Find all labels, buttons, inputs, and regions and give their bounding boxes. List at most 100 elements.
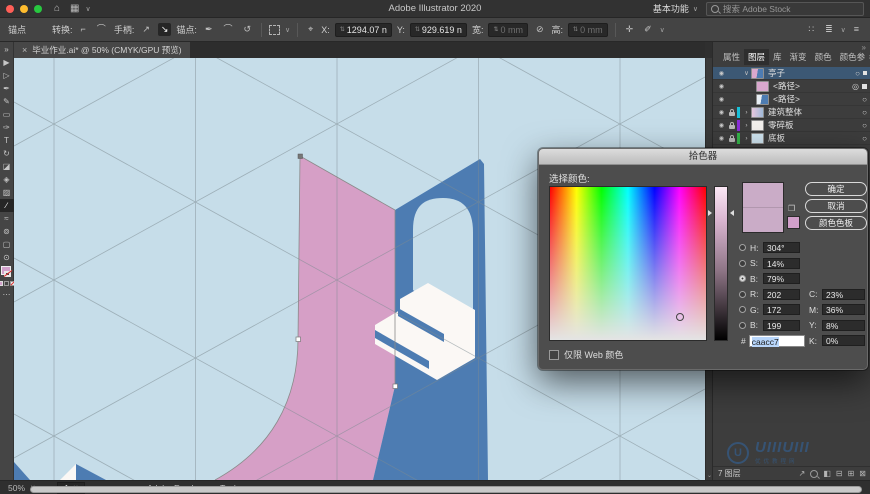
zoom-level[interactable]: 50% — [8, 483, 25, 493]
layer-name[interactable]: 底板 — [768, 132, 785, 144]
height-input[interactable]: ⇅ 0 mm — [568, 22, 608, 37]
g-input[interactable]: 172 — [763, 304, 800, 315]
hex-input[interactable]: caacc7 — [748, 334, 805, 347]
layer-thumbnail[interactable] — [756, 93, 769, 105]
h-input[interactable]: 304° — [763, 242, 800, 253]
tab-layers[interactable]: 图层 — [744, 49, 770, 65]
symbol-sprayer-tool[interactable]: ⊚ — [0, 225, 14, 238]
artboard-tool[interactable]: ▢ — [0, 238, 14, 251]
direct-selection-tool[interactable]: ▷ — [0, 69, 14, 82]
m-input[interactable]: 36% — [822, 304, 865, 315]
shape-builder-tool[interactable]: ◈ — [0, 173, 14, 186]
minimize-window-button[interactable] — [20, 4, 28, 13]
shape-mode-icon[interactable]: ✐ — [641, 23, 655, 36]
layer-row-diban[interactable]: ◉ › 底板 ○ — [713, 132, 870, 145]
y-input[interactable]: ⇅ 929.619 n — [409, 22, 467, 37]
new-sublayer-icon[interactable]: ⊟ — [836, 469, 843, 478]
isolate-selection-icon[interactable] — [269, 24, 281, 35]
g-radio[interactable] — [739, 306, 746, 313]
type-tool[interactable]: T — [0, 134, 14, 147]
layer-row-jianzhu[interactable]: ◉ › 建筑整体 ○ — [713, 106, 870, 119]
show-handles-icon[interactable]: ↗ — [139, 23, 153, 36]
transform-icon[interactable]: ✛ — [623, 23, 637, 36]
target-circle-icon[interactable]: ○ — [862, 121, 867, 130]
close-window-button[interactable] — [6, 4, 14, 13]
color-mode-gradient[interactable] — [4, 281, 9, 286]
locate-object-icon[interactable] — [810, 469, 819, 478]
dialog-title-bar[interactable]: 拾色器 — [539, 149, 867, 165]
gradient-tool[interactable]: ▨ — [0, 186, 14, 199]
c-input[interactable]: 23% — [822, 288, 865, 300]
visibility-eye-icon[interactable]: ◉ — [716, 83, 727, 90]
grid-options-icon[interactable]: ∷ — [805, 23, 817, 36]
collapsed-chevron-icon[interactable]: › — [742, 122, 751, 129]
home-icon[interactable]: ⌂ — [54, 3, 60, 14]
brightness-slider[interactable] — [714, 186, 728, 341]
layer-name[interactable]: <路径> — [773, 80, 800, 92]
x-input[interactable]: ⇅ 1294.07 n — [334, 22, 392, 37]
ok-button[interactable]: 确定 — [805, 182, 867, 196]
pen-tool[interactable]: ✒ — [0, 82, 14, 95]
target-circle-icon[interactable]: ○ — [862, 95, 867, 104]
color-mode-fill[interactable] — [0, 281, 3, 286]
s-input[interactable]: 14% — [763, 257, 800, 269]
window-bottom-scrollbar[interactable] — [30, 486, 862, 493]
control-menu-icon[interactable]: ≡ — [851, 23, 862, 36]
selection-indicator[interactable] — [863, 71, 867, 75]
tab-gradient[interactable]: 渐变 — [786, 49, 811, 65]
align-options-icon[interactable]: ≣ — [822, 23, 836, 36]
layer-thumbnail[interactable] — [751, 119, 764, 131]
reverse-path-icon[interactable]: ↺ — [241, 23, 255, 36]
tab-properties[interactable]: 属性 — [719, 49, 744, 65]
workspace-switcher-button[interactable]: 基本功能 ∨ — [653, 2, 698, 15]
paintbrush-tool[interactable]: ✑ — [0, 121, 14, 134]
rectangle-tool[interactable]: ▭ — [0, 108, 14, 121]
lock-icon[interactable] — [729, 134, 735, 142]
curvature-tool[interactable]: ✎ — [0, 95, 14, 108]
expand-tools-icon[interactable]: » — [0, 43, 14, 56]
target-circle-icon[interactable]: ○ — [862, 108, 867, 117]
layer-name[interactable]: <路径> — [773, 93, 800, 105]
layer-row-tingzi[interactable]: ◉ ∨ 亭子 ○ — [713, 67, 870, 80]
zoom-tool[interactable]: ⊙ — [0, 251, 14, 264]
collect-for-export-icon[interactable]: ↗ — [799, 469, 806, 478]
lock-icon[interactable] — [729, 108, 735, 116]
layer-name[interactable]: 建筑整体 — [768, 106, 802, 118]
stock-search-input[interactable]: 搜索 Adobe Stock — [706, 1, 864, 16]
tab-libraries[interactable]: 库 — [769, 49, 786, 65]
workspace-grid-icon[interactable]: ▦ — [70, 3, 79, 14]
visibility-eye-icon[interactable]: ◉ — [716, 70, 727, 77]
k-input[interactable]: 0% — [822, 335, 865, 346]
cancel-button[interactable]: 取消 — [805, 199, 867, 213]
tab-color-guide[interactable]: 颜色参 — [836, 49, 870, 65]
target-circle-icon[interactable]: ○ — [862, 134, 867, 143]
layer-row-path-1[interactable]: ◉ <路径> ◎ — [713, 80, 870, 93]
convert-corner-icon[interactable]: ⌐ — [78, 23, 89, 36]
b2-input[interactable]: 199 — [763, 319, 800, 331]
more-tools-icon[interactable]: ⋯ — [0, 288, 14, 301]
s-radio[interactable] — [739, 259, 746, 267]
target-double-circle-icon[interactable]: ◎ — [852, 82, 859, 91]
y-input[interactable]: 8% — [822, 319, 865, 331]
color-swatches-button[interactable]: 颜色色板 — [805, 216, 867, 230]
reference-point-icon[interactable]: ⌖ — [305, 23, 316, 36]
chevron-down-icon[interactable]: ∨ — [660, 26, 665, 34]
layer-row-lingsui[interactable]: ◉ › 零碎板 ○ — [713, 119, 870, 132]
layer-thumbnail[interactable] — [751, 132, 764, 144]
layer-row-path-2[interactable]: ◉ <路径> ○ — [713, 93, 870, 106]
selection-tool[interactable]: ▶ — [0, 56, 14, 69]
eraser-tool[interactable]: ◪ — [0, 160, 14, 173]
lock-icon[interactable] — [729, 121, 735, 129]
fill-stroke-indicator[interactable] — [0, 266, 13, 279]
layer-thumbnail[interactable] — [751, 106, 764, 118]
document-tab[interactable]: × 毕业作业.ai* @ 50% (CMYK/GPU 预览) — [14, 42, 190, 58]
b2-radio[interactable] — [739, 321, 746, 329]
chevron-down-icon[interactable]: ∨ — [285, 26, 290, 34]
eyedropper-tool[interactable]: ∕ — [0, 199, 14, 212]
tab-color[interactable]: 颜色 — [811, 49, 836, 65]
r-input[interactable]: 202 — [763, 288, 800, 300]
h-radio[interactable] — [739, 244, 746, 251]
convert-smooth-icon[interactable]: ⌒ — [94, 23, 109, 36]
collapsed-chevron-icon[interactable]: › — [742, 135, 751, 142]
delete-layer-icon[interactable]: ⊠ — [859, 469, 866, 478]
